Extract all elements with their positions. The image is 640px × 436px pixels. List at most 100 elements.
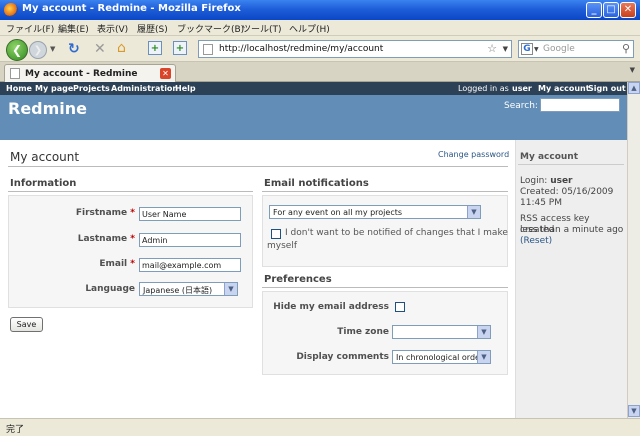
new-tab-icon[interactable]: + (148, 41, 162, 55)
display-comments-select[interactable]: In chronological order ▼ (392, 350, 491, 364)
logged-in-user-link[interactable]: user (512, 84, 532, 93)
minimize-button[interactable]: _ (586, 2, 602, 18)
sidebar-created: Created: 05/16/2009 (520, 187, 614, 197)
top-menu-home[interactable]: Home (6, 84, 32, 93)
menu-help[interactable]: ヘルプ(H) (289, 22, 330, 35)
language-label: Language (85, 284, 135, 294)
web-search-placeholder: Google (543, 44, 575, 54)
menu-file[interactable]: ファイル(F) (6, 22, 54, 35)
no-self-notified-label: I don't want to be notified of changes t… (285, 228, 508, 238)
hide-mail-checkbox[interactable] (395, 302, 405, 312)
email-notifications-panel: For any event on all my projects ▼ I don… (262, 195, 508, 267)
menu-edit[interactable]: 編集(E) (58, 22, 89, 35)
sidebar-divider (518, 164, 624, 165)
save-button[interactable]: Save (10, 317, 43, 332)
preferences-panel: Hide my email address Time zone ▼ Displa… (262, 291, 508, 375)
chevron-down-icon: ▼ (224, 283, 237, 295)
top-menu-projects[interactable]: Projects (73, 84, 110, 93)
email-label: Email * (99, 259, 135, 269)
sidebar-login: Login: user (520, 176, 573, 186)
sidebar: My account Login: user Created: 05/16/20… (515, 140, 627, 418)
page-title: My account (10, 150, 80, 164)
window-titlebar: My account - Redmine - Mozilla Firefox _… (0, 0, 640, 20)
magnifier-icon[interactable]: ⚲ (622, 42, 630, 55)
web-search-input[interactable]: G ▼ Google ⚲ (518, 40, 634, 58)
tab-title: My account - Redmine (25, 69, 138, 79)
logged-in-label: Logged in as (458, 84, 509, 93)
site-header: Redmine Search: (0, 95, 627, 140)
back-icon[interactable]: ❮ (6, 39, 28, 61)
time-zone-select[interactable]: ▼ (392, 325, 491, 339)
engine-dropdown-icon[interactable]: ▼ (534, 46, 539, 53)
time-zone-label: Time zone (337, 327, 389, 337)
scroll-up-icon[interactable]: ▲ (628, 82, 640, 94)
status-text: 完了 (6, 425, 25, 435)
tab-list-icon[interactable]: ▼ (630, 66, 635, 74)
language-select[interactable]: Japanese (日本語) ▼ (139, 282, 238, 296)
reload-icon[interactable]: ↻ (68, 41, 80, 57)
page-icon (203, 44, 213, 55)
tab-page-icon (10, 68, 20, 79)
rss-reset-link[interactable]: (Reset) (520, 236, 552, 246)
notification-option-select[interactable]: For any event on all my projects ▼ (269, 205, 481, 219)
history-dropdown-icon[interactable]: ▼ (50, 45, 55, 53)
title-divider (8, 166, 508, 167)
window-title: My account - Redmine - Mozilla Firefox (22, 3, 241, 14)
no-self-notified-label-cont: myself (267, 241, 297, 251)
top-menu-administration[interactable]: Administration (111, 84, 178, 93)
hide-mail-label: Hide my email address (273, 302, 389, 312)
sidebar-rss-time: less than a minute ago (520, 225, 624, 235)
status-bar: 完了 (0, 418, 640, 436)
top-menu-my-page[interactable]: My page (35, 84, 73, 93)
tab-my-account[interactable]: My account - Redmine ✕ (4, 64, 176, 82)
display-comments-value: In chronological order (396, 353, 484, 362)
email-notifications-heading: Email notifications (264, 178, 369, 189)
sidebar-rss-reset: (Reset) (520, 236, 626, 247)
email-notifications-divider (262, 191, 508, 192)
menubar: ファイル(F) 編集(E) 表示(V) 履歴(S) ブックマーク(B) ツール(… (0, 20, 640, 36)
top-menu-help[interactable]: Help (175, 84, 196, 93)
firstname-label: Firstname * (75, 208, 135, 218)
vertical-scrollbar[interactable]: ▲ ▼ (627, 82, 640, 418)
menu-bookmarks[interactable]: ブックマーク(B) (177, 22, 244, 35)
forward-icon[interactable]: ❯ (29, 41, 47, 59)
site-title[interactable]: Redmine (8, 99, 87, 118)
language-value: Japanese (日本語) (143, 286, 213, 295)
lastname-label: Lastname * (77, 234, 135, 244)
change-password-link[interactable]: Change password (438, 150, 509, 159)
my-account-link[interactable]: My account (538, 84, 590, 93)
quick-search-input[interactable] (540, 98, 620, 112)
maximize-button[interactable]: □ (603, 2, 619, 18)
email-field[interactable]: mail@example.com (139, 258, 241, 272)
no-self-notified-checkbox[interactable] (271, 229, 281, 239)
chevron-down-icon: ▼ (467, 206, 480, 218)
tab-close-icon[interactable]: ✕ (160, 68, 171, 79)
navigation-toolbar: ❮ ❯ ▼ ↻ ✕ ⌂ + + http://localhost/redmine… (0, 36, 640, 62)
lastname-field[interactable]: Admin (139, 233, 241, 247)
close-window-button[interactable]: ✕ (620, 2, 636, 18)
menu-view[interactable]: 表示(V) (97, 22, 128, 35)
stop-icon[interactable]: ✕ (94, 41, 106, 57)
home-icon[interactable]: ⌂ (117, 40, 126, 56)
menu-history[interactable]: 履歴(S) (137, 22, 168, 35)
information-divider (8, 191, 253, 192)
tab-bar: My account - Redmine ✕ ▼ (0, 62, 640, 82)
information-heading: Information (10, 178, 77, 189)
menu-tools[interactable]: ツール(T) (242, 22, 282, 35)
sign-out-link[interactable]: Sign out (588, 84, 626, 93)
page-viewport: Home My page Projects Administration Hel… (0, 82, 627, 418)
sidebar-created-time: 11:45 PM (520, 198, 562, 208)
url-text: http://localhost/redmine/my/account (219, 44, 384, 54)
google-icon[interactable]: G (521, 43, 533, 55)
bookmark-star-icon[interactable]: ☆ (487, 42, 497, 55)
new-window-icon[interactable]: + (173, 41, 187, 55)
scroll-down-icon[interactable]: ▼ (628, 405, 640, 417)
search-label: Search: (504, 101, 538, 111)
information-panel: Firstname * User Name Lastname * Admin E… (8, 195, 253, 308)
url-field[interactable]: http://localhost/redmine/my/account ☆ ▼ (198, 40, 512, 58)
firstname-field[interactable]: User Name (139, 207, 241, 221)
firefox-icon (4, 3, 18, 17)
url-dropdown-icon[interactable]: ▼ (503, 45, 508, 53)
preferences-heading: Preferences (264, 274, 332, 285)
notification-option-value: For any event on all my projects (273, 208, 403, 217)
